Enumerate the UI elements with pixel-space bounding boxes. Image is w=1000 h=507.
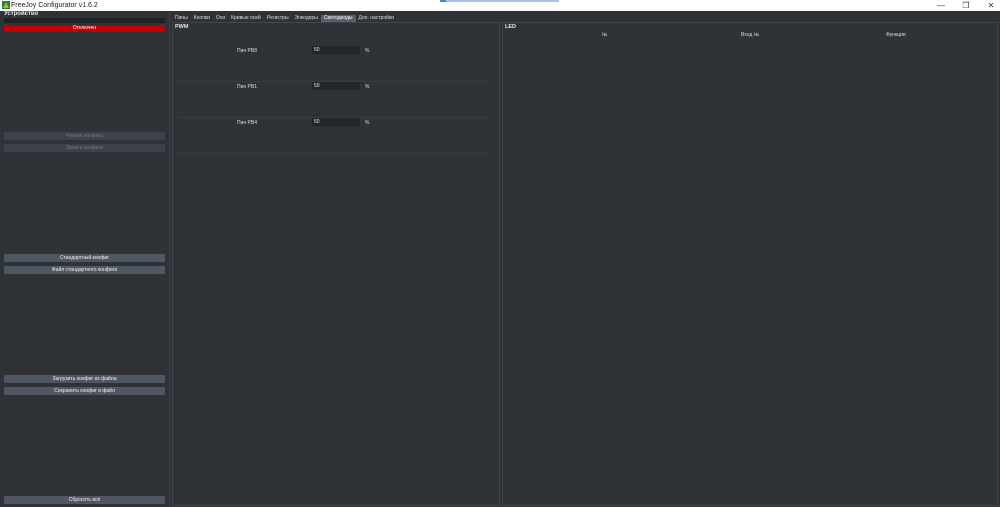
tab-axes[interactable]: Оси <box>213 15 228 22</box>
pwm-pin-label: Пин PB1 <box>237 84 257 90</box>
pwm-row: Пин PB1 % <box>173 82 499 118</box>
device-selector[interactable] <box>4 18 165 23</box>
device-sidebar: Устройство Отключен Чтение конфига Запис… <box>0 11 168 507</box>
pwm-pin-label: Пин PB8 <box>237 48 257 54</box>
led-title: LED <box>505 24 516 30</box>
pwm-title: PWM <box>175 24 189 30</box>
connection-status: Отключен <box>4 25 165 32</box>
tab-buttons[interactable]: Кнопки <box>191 15 213 22</box>
led-panel: LED № Вход № Функция <box>502 22 998 506</box>
tab-encoders[interactable]: Энкодеры <box>292 15 321 22</box>
close-button[interactable]: ✕ <box>983 0 999 11</box>
tab-axes-curves[interactable]: Кривые осей <box>228 15 264 22</box>
save-config-to-file-button[interactable]: Сохранить конфиг в файл <box>4 387 165 395</box>
tab-pins[interactable]: Пины <box>172 15 191 22</box>
maximize-button[interactable]: ❐ <box>958 0 974 11</box>
pwm-panel: PWM Пин PB8 % Пин PB1 % Пин PB4 % <box>172 22 500 506</box>
pwm-pin-label: Пин PB4 <box>237 120 257 126</box>
pwm-unit: % <box>365 120 370 126</box>
sidebar-divider <box>169 11 170 507</box>
minimize-button[interactable]: — <box>933 0 949 11</box>
pwm-row: Пин PB4 % <box>173 118 499 154</box>
tab-advanced-settings[interactable]: Доп. настройки <box>356 15 397 22</box>
led-column-number: № <box>602 32 608 38</box>
tab-shift-registers[interactable]: Регистры <box>264 15 292 22</box>
default-config-button[interactable]: Стандартный конфиг <box>4 254 165 262</box>
pwm-duty-input[interactable] <box>312 46 360 54</box>
row-divider <box>177 153 491 154</box>
tab-bar: Пины Кнопки Оси Кривые осей Регистры Энк… <box>172 15 397 22</box>
pwm-duty-input[interactable] <box>312 82 360 90</box>
load-config-from-file-button[interactable]: Загрузить конфиг из файла <box>4 375 165 383</box>
sidebar-header: Устройство <box>4 11 39 17</box>
title-bar: FreeJoy Configurator v1.6.2 — ❐ ✕ <box>0 0 1000 11</box>
pwm-duty-input[interactable] <box>312 118 360 126</box>
tab-leds[interactable]: Светодиоды <box>320 15 356 22</box>
title-indicator <box>441 0 559 2</box>
led-column-input-number: Вход № <box>741 32 760 38</box>
write-config-button[interactable]: Запись конфига <box>4 144 165 152</box>
led-column-function: Функция <box>886 32 906 38</box>
pwm-row: Пин PB8 % <box>173 46 499 82</box>
freejoy-logo-icon <box>2 1 10 9</box>
pwm-unit: % <box>365 84 370 90</box>
window-title: FreeJoy Configurator v1.6.2 <box>11 2 98 9</box>
default-config-file-button[interactable]: Файл стандартного конфига <box>4 266 165 274</box>
pwm-unit: % <box>365 48 370 54</box>
title-indicator-accent <box>440 0 446 2</box>
read-config-button[interactable]: Чтение конфига <box>4 132 165 140</box>
reset-all-button[interactable]: Сбросить всё <box>4 496 165 504</box>
